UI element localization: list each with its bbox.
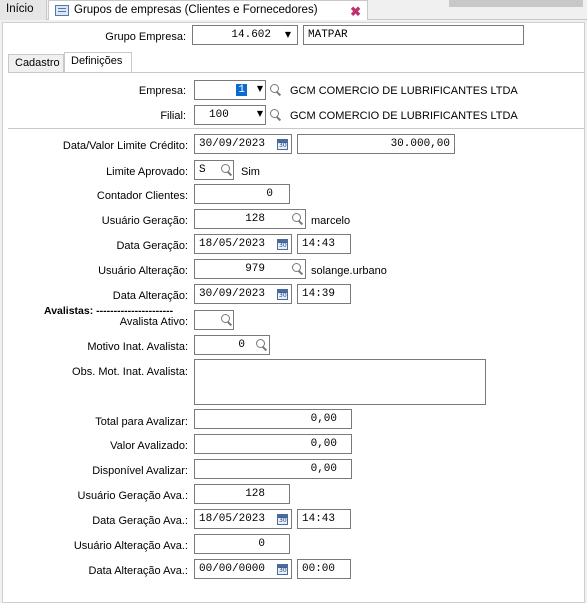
close-icon[interactable]: ✖: [350, 2, 361, 21]
disponivel-avalizar-label: Disponível Avalizar:: [92, 465, 188, 477]
limite-aprovado-desc: Sim: [241, 166, 260, 178]
tab-separator: [8, 72, 585, 73]
data-geracao-ava-time[interactable]: 14:43: [297, 509, 351, 529]
usuario-geracao-ava-label: Usuário Geração Ava.:: [77, 490, 188, 502]
calendar-icon[interactable]: [277, 139, 288, 150]
tab-grupos-label: Grupos de empresas (Clientes e Fornecedo…: [74, 4, 318, 16]
contador-clientes-label: Contador Clientes:: [96, 190, 188, 202]
calendar-icon[interactable]: [277, 239, 288, 250]
data-alteracao-time[interactable]: 14:39: [297, 284, 351, 304]
usuario-geracao-desc: marcelo: [311, 215, 351, 227]
avalista-ativo-label: Avalista Ativo:: [119, 316, 188, 328]
search-icon[interactable]: [253, 337, 269, 353]
chevron-down-icon[interactable]: ▼: [283, 28, 293, 42]
empresa-name: GCM COMERCIO DE LUBRIFICANTES LTDA: [290, 85, 518, 97]
calendar-icon[interactable]: [277, 514, 288, 525]
chevron-down-icon[interactable]: ▼: [255, 107, 265, 121]
limite-aprovado-label: Limite Aprovado:: [106, 166, 188, 178]
usuario-geracao-ava-input[interactable]: 128: [194, 484, 290, 504]
usuario-geracao-label: Usuário Geração:: [101, 215, 188, 227]
valor-avalizado-input[interactable]: 0,00: [194, 434, 352, 454]
obs-mot-inat-textarea[interactable]: [194, 359, 486, 405]
limite-credito-value[interactable]: 30.000,00: [297, 134, 455, 154]
obs-mot-inat-label: Obs. Mot. Inat. Avalista:: [72, 366, 188, 378]
usuario-alteracao-ava-label: Usuário Alteração Ava.:: [73, 540, 188, 552]
calendar-icon[interactable]: [277, 564, 288, 575]
total-avalizar-input[interactable]: 0,00: [194, 409, 352, 429]
usuario-alteracao-ava-input[interactable]: 0: [194, 534, 290, 554]
toolbar-placeholder: [449, 0, 583, 7]
data-alteracao-ava-time[interactable]: 00:00: [297, 559, 351, 579]
calendar-icon[interactable]: [277, 289, 288, 300]
contador-clientes-input[interactable]: 0: [194, 184, 290, 204]
filial-label: Filial:: [160, 110, 186, 122]
search-icon[interactable]: [289, 261, 305, 277]
total-avalizar-label: Total para Avalizar:: [95, 416, 188, 428]
tab-definicoes[interactable]: Definições: [64, 52, 132, 72]
tab-inicio-label: Início: [6, 3, 34, 15]
usuario-alteracao-label: Usuário Alteração:: [98, 265, 188, 277]
search-icon[interactable]: [267, 107, 283, 123]
data-alteracao-label: Data Alteração:: [112, 290, 188, 302]
data-geracao-ava-label: Data Geração Ava.:: [92, 515, 188, 527]
tab-grupos-empresas[interactable]: Grupos de empresas (Clientes e Fornecedo…: [48, 0, 368, 20]
usuario-alteracao-desc: solange.urbano: [311, 265, 387, 277]
chevron-down-icon[interactable]: ▼: [255, 82, 265, 96]
data-geracao-label: Data Geração:: [116, 240, 188, 252]
search-icon[interactable]: [218, 312, 234, 328]
empresa-label: Empresa:: [138, 85, 186, 97]
grupo-empresa-name: MATPAR: [303, 25, 524, 45]
tab-inicio[interactable]: Início: [0, 0, 47, 20]
data-alteracao-ava-label: Data Alteração Ava.:: [88, 565, 188, 577]
search-icon[interactable]: [289, 211, 305, 227]
search-icon[interactable]: [218, 162, 234, 178]
valor-avalizado-label: Valor Avalizado:: [110, 440, 188, 452]
motivo-inat-label: Motivo Inat. Avalista:: [87, 341, 188, 353]
limite-credito-label: Data/Valor Limite Crédito:: [62, 140, 188, 152]
data-geracao-time[interactable]: 14:43: [297, 234, 351, 254]
search-icon[interactable]: [267, 82, 283, 98]
grupo-empresa-label: Grupo Empresa:: [105, 31, 186, 43]
section-separator: [8, 128, 585, 129]
window-icon: [55, 5, 69, 16]
tab-bar: Início Grupos de empresas (Clientes e Fo…: [0, 0, 587, 20]
disponivel-avalizar-input[interactable]: 0,00: [194, 459, 352, 479]
filial-name: GCM COMERCIO DE LUBRIFICANTES LTDA: [290, 110, 518, 122]
tab-cadastro[interactable]: Cadastro: [8, 54, 64, 72]
